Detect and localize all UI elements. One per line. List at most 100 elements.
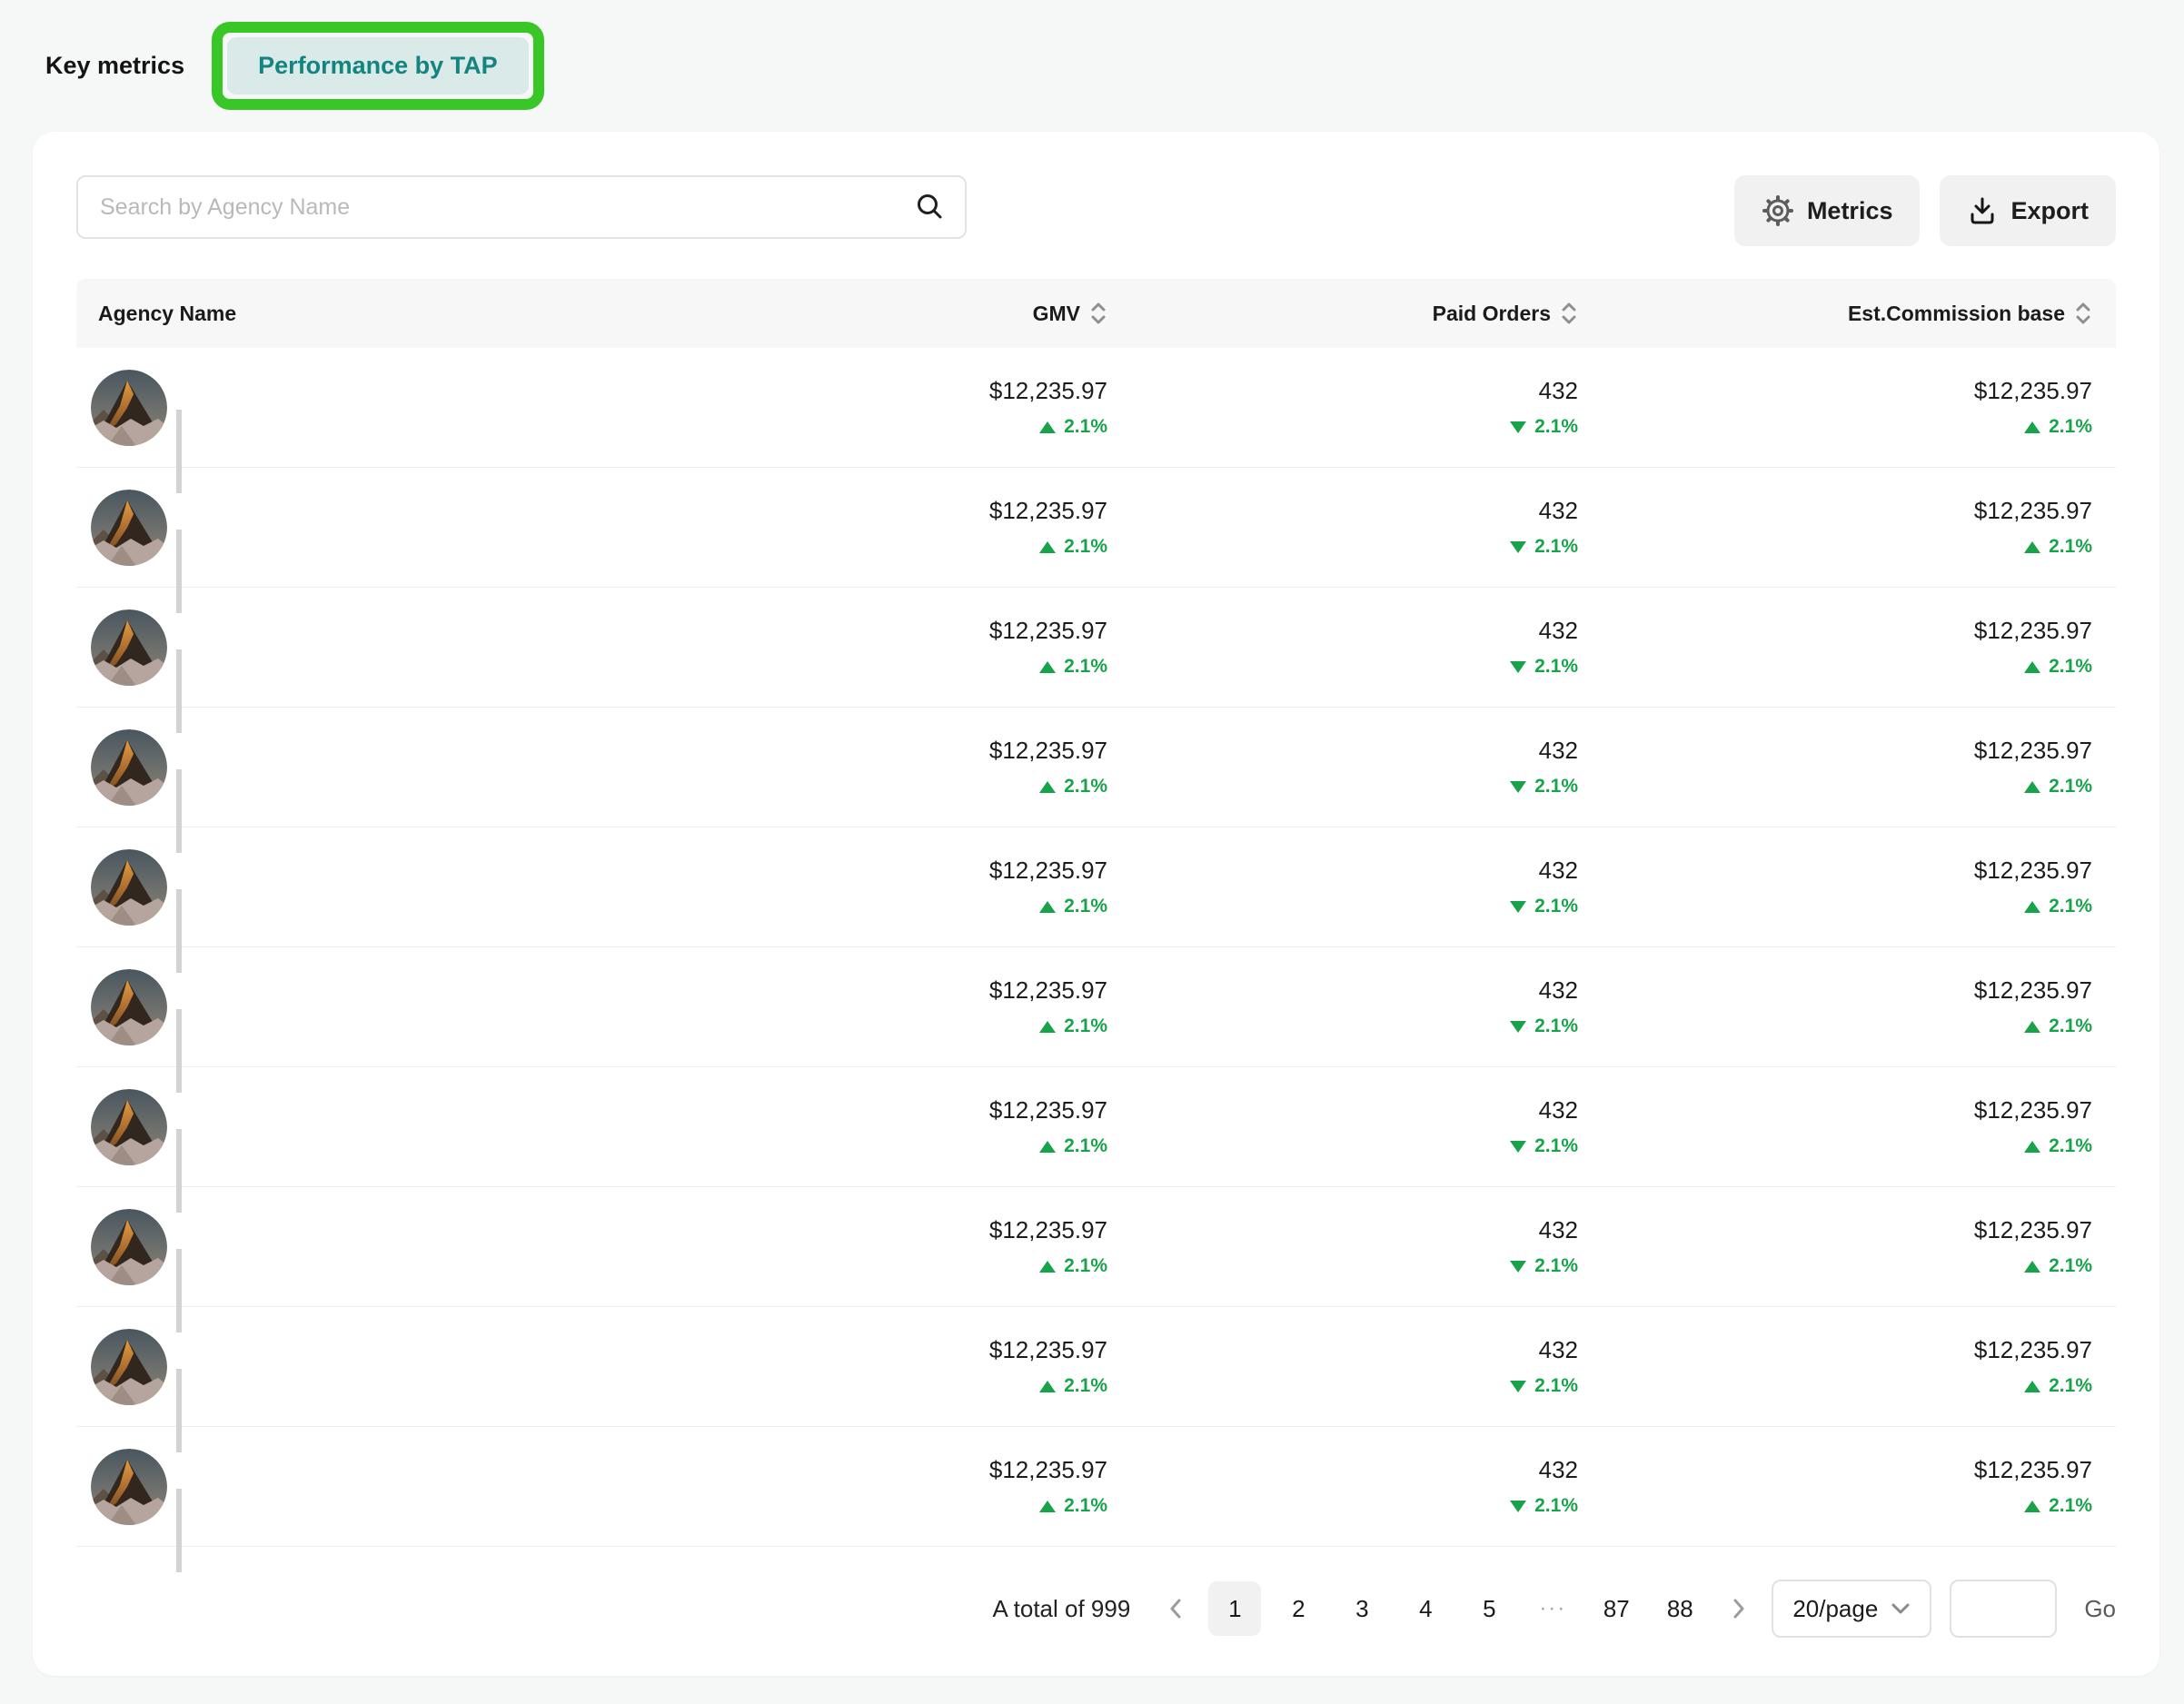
est-commission-value: $12,235.97 <box>1974 1096 2092 1124</box>
table-row[interactable]: $12,235.97 2.1% 432 2.1% $12,235.97 2.1% <box>76 947 2116 1067</box>
table-row[interactable]: $12,235.97 2.1% 432 2.1% $12,235.97 2.1% <box>76 1427 2116 1547</box>
paid-orders-value: 432 <box>1539 617 1578 645</box>
paid-orders-delta-label: 2.1% <box>1534 776 1578 798</box>
table-row[interactable]: $12,235.97 2.1% 432 2.1% $12,235.97 2.1% <box>76 827 2116 947</box>
export-button[interactable]: Export <box>1940 175 2116 246</box>
column-header-gmv-label: GMV <box>1033 302 1080 326</box>
page-number[interactable]: 87 <box>1590 1581 1643 1636</box>
agency-cell <box>76 849 744 926</box>
trend-arrow-icon <box>1039 1501 1056 1512</box>
previous-page-chevron-icon[interactable] <box>1156 1581 1196 1636</box>
page-number[interactable]: 5 <box>1463 1581 1515 1636</box>
est-commission-cell: $12,235.97 2.1% <box>1578 1216 2116 1277</box>
paid-orders-cell: 432 2.1% <box>1107 1336 1578 1397</box>
column-header-est-commission[interactable]: Est.Commission base <box>1578 301 2116 326</box>
page-ellipsis: ··· <box>1526 1581 1579 1636</box>
paid-orders-value: 432 <box>1539 737 1578 765</box>
page-size-select[interactable]: 20/page <box>1772 1580 1931 1638</box>
sort-icon[interactable] <box>1560 301 1578 326</box>
tab-key-metrics[interactable]: Key metrics <box>45 52 184 80</box>
trend-arrow-icon <box>1039 1261 1056 1273</box>
table-row[interactable]: $12,235.97 2.1% 432 2.1% $12,235.97 2.1% <box>76 1187 2116 1307</box>
toolbar-buttons: Metrics Export <box>1734 175 2116 246</box>
gmv-cell: $12,235.97 2.1% <box>744 737 1107 798</box>
sort-icon[interactable] <box>2074 301 2092 326</box>
tab-performance-by-tap[interactable]: Performance by TAP <box>227 37 529 94</box>
paid-orders-delta-label: 2.1% <box>1534 416 1578 438</box>
agency-cell <box>76 490 744 566</box>
sort-icon[interactable] <box>1089 301 1107 326</box>
est-commission-delta-label: 2.1% <box>2049 896 2092 917</box>
table-row[interactable]: $12,235.97 2.1% 432 2.1% $12,235.97 2.1% <box>76 1307 2116 1427</box>
trend-arrow-icon <box>1510 1141 1526 1153</box>
agency-avatar <box>91 490 167 566</box>
trend-arrow-icon <box>1510 1261 1526 1273</box>
est-commission-cell: $12,235.97 2.1% <box>1578 1456 2116 1517</box>
agency-cell <box>76 1329 744 1405</box>
trend-arrow-icon <box>2024 1261 2040 1273</box>
gmv-value: $12,235.97 <box>989 1216 1107 1244</box>
table-row[interactable]: $12,235.97 2.1% 432 2.1% $12,235.97 2.1% <box>76 348 2116 468</box>
est-commission-delta-label: 2.1% <box>2049 1015 2092 1037</box>
paid-orders-delta: 2.1% <box>1510 1015 1578 1037</box>
est-commission-value: $12,235.97 <box>1974 1456 2092 1484</box>
paid-orders-delta: 2.1% <box>1510 416 1578 438</box>
column-header-paid-orders[interactable]: Paid Orders <box>1107 301 1578 326</box>
next-page-chevron-icon[interactable] <box>1719 1581 1759 1636</box>
paid-orders-cell: 432 2.1% <box>1107 1216 1578 1277</box>
table-row[interactable]: $12,235.97 2.1% 432 2.1% $12,235.97 2.1% <box>76 468 2116 588</box>
trend-arrow-icon <box>1039 1021 1056 1033</box>
page-number[interactable]: 1 <box>1208 1581 1261 1636</box>
metrics-button[interactable]: Metrics <box>1734 175 1921 246</box>
search-icon[interactable] <box>914 191 947 223</box>
column-header-agency-name: Agency Name <box>76 302 744 326</box>
search-field-wrap <box>76 175 967 239</box>
column-header-gmv[interactable]: GMV <box>744 301 1107 326</box>
go-button[interactable]: Go <box>2084 1595 2116 1623</box>
page-number[interactable]: 3 <box>1335 1581 1388 1636</box>
gmv-delta: 2.1% <box>1039 776 1107 798</box>
paid-orders-delta: 2.1% <box>1510 1135 1578 1157</box>
page-number[interactable]: 4 <box>1399 1581 1452 1636</box>
column-header-paid-orders-label: Paid Orders <box>1433 302 1551 326</box>
paid-orders-delta-label: 2.1% <box>1534 1015 1578 1037</box>
gmv-delta: 2.1% <box>1039 1375 1107 1397</box>
agency-avatar <box>91 1449 167 1525</box>
gmv-delta: 2.1% <box>1039 1495 1107 1517</box>
page-jump-input[interactable] <box>1950 1580 2057 1638</box>
trend-arrow-icon <box>1510 1021 1526 1033</box>
trend-arrow-icon <box>1039 901 1056 913</box>
trend-arrow-icon <box>1039 1381 1056 1392</box>
paid-orders-value: 432 <box>1539 1216 1578 1244</box>
paid-orders-cell: 432 2.1% <box>1107 976 1578 1037</box>
paid-orders-delta: 2.1% <box>1510 536 1578 558</box>
paid-orders-delta: 2.1% <box>1510 1255 1578 1277</box>
est-commission-delta-label: 2.1% <box>2049 1495 2092 1517</box>
est-commission-delta: 2.1% <box>2024 1495 2092 1517</box>
paid-orders-delta-label: 2.1% <box>1534 656 1578 678</box>
paid-orders-delta-label: 2.1% <box>1534 1135 1578 1157</box>
est-commission-cell: $12,235.97 2.1% <box>1578 976 2116 1037</box>
est-commission-delta: 2.1% <box>2024 1015 2092 1037</box>
table-header-row: Agency Name GMV Paid Orders Est.Com <box>76 279 2116 348</box>
gmv-delta-label: 2.1% <box>1064 416 1107 438</box>
trend-arrow-icon <box>2024 1501 2040 1512</box>
agency-cell <box>76 609 744 686</box>
page-number[interactable]: 2 <box>1272 1581 1325 1636</box>
table-row[interactable]: $12,235.97 2.1% 432 2.1% $12,235.97 2.1% <box>76 588 2116 708</box>
annotation-highlight-box: Performance by TAP <box>212 22 544 110</box>
est-commission-cell: $12,235.97 2.1% <box>1578 617 2116 678</box>
gmv-delta-label: 2.1% <box>1064 776 1107 798</box>
table-row[interactable]: $12,235.97 2.1% 432 2.1% $12,235.97 2.1% <box>76 708 2116 827</box>
est-commission-delta-label: 2.1% <box>2049 776 2092 798</box>
agency-cell <box>76 1209 744 1285</box>
page-list: 1 2 3 4 5 ··· 87 88 <box>1208 1581 1706 1636</box>
table-row[interactable]: $12,235.97 2.1% 432 2.1% $12,235.97 2.1% <box>76 1067 2116 1187</box>
trend-arrow-icon <box>1039 421 1056 433</box>
page-number[interactable]: 88 <box>1653 1581 1706 1636</box>
est-commission-delta: 2.1% <box>2024 656 2092 678</box>
gmv-delta: 2.1% <box>1039 1015 1107 1037</box>
trend-arrow-icon <box>1039 661 1056 673</box>
search-input[interactable] <box>76 175 967 239</box>
gmv-delta-label: 2.1% <box>1064 1495 1107 1517</box>
